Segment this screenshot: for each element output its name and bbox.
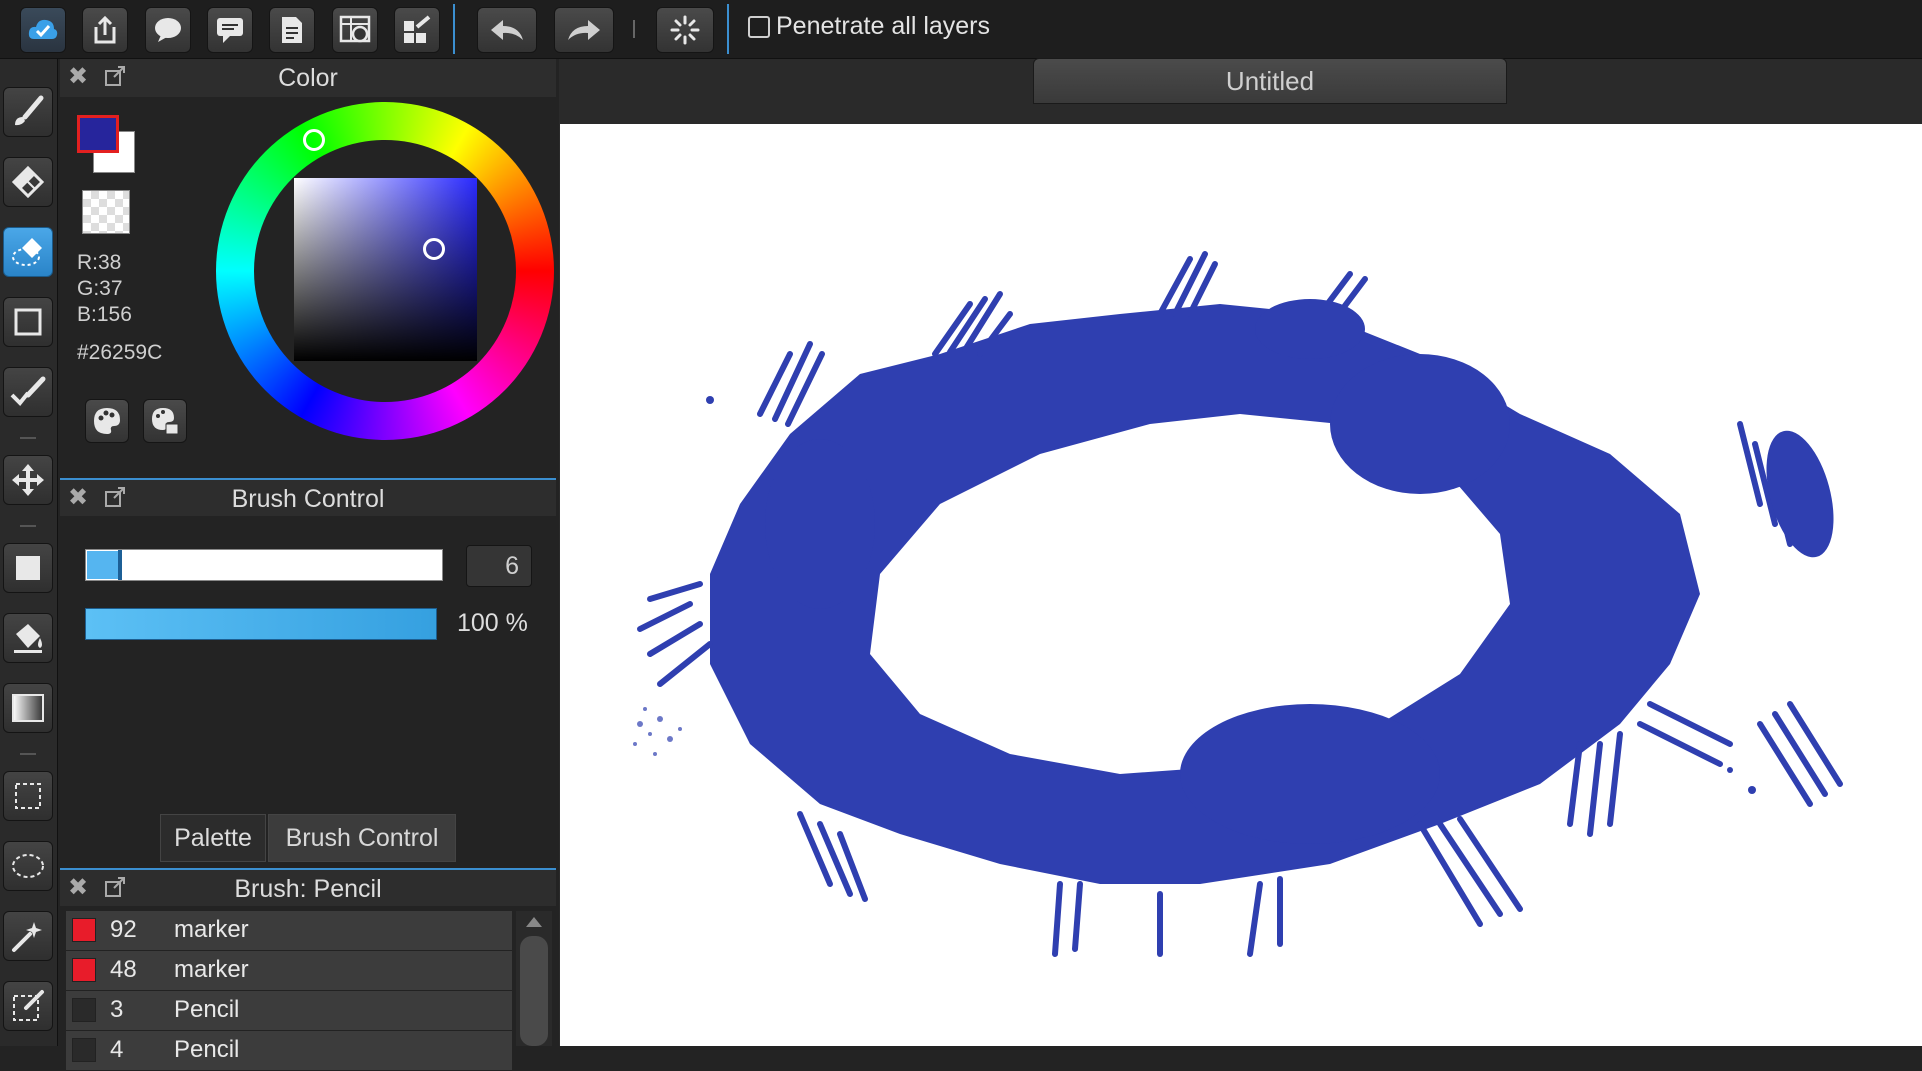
grid-clock-icon[interactable] <box>332 7 378 53</box>
brush-icon[interactable] <box>3 87 53 137</box>
gradient-icon[interactable] <box>3 683 53 733</box>
transform-icon[interactable] <box>3 981 53 1031</box>
blue-brush-strokes <box>633 251 1843 957</box>
brush-name: marker <box>174 916 249 943</box>
tab-palette[interactable]: Palette <box>160 814 266 862</box>
brush-panel-title: Brush: Pencil <box>234 875 382 903</box>
brush-size-input[interactable]: 6 <box>466 545 532 587</box>
brush-opacity-value: 100 % <box>457 609 528 637</box>
color-hex-value: #26259C <box>77 341 163 364</box>
brush-color-chip <box>72 918 96 942</box>
toolbar-divider <box>453 4 455 54</box>
palette-icon[interactable] <box>85 399 129 443</box>
magic-wand-icon[interactable] <box>3 911 53 961</box>
fill-square-icon[interactable] <box>3 543 53 593</box>
palette-settings-icon[interactable] <box>143 399 187 443</box>
redo-icon[interactable] <box>554 7 614 53</box>
sv-picker-handle[interactable] <box>423 238 445 260</box>
tab-brush-control[interactable]: Brush Control <box>268 814 456 862</box>
brush-list-scroll-thumb[interactable] <box>520 936 548 1046</box>
brush-color-chip <box>72 1038 96 1062</box>
toolbar-dot-divider <box>633 20 635 38</box>
brush-control-header: ✖ Brush Control <box>60 478 556 516</box>
rectangle-icon[interactable] <box>3 297 53 347</box>
saturation-value-square[interactable] <box>294 178 477 361</box>
brush-size-fill <box>87 551 119 579</box>
checklist-icon[interactable] <box>394 7 440 53</box>
brush-color-chip <box>72 958 96 982</box>
penetrate-layers-label[interactable]: Penetrate all layers <box>776 12 990 41</box>
transparent-color-swatch[interactable] <box>82 190 130 234</box>
color-b-value: B:156 <box>77 303 132 326</box>
brush-control-panel: ✖ Brush Control <box>60 478 556 868</box>
foreground-color-swatch[interactable] <box>77 115 119 153</box>
spinner-icon[interactable] <box>656 7 714 53</box>
select-rect-icon[interactable] <box>3 771 53 821</box>
top-toolbar: Penetrate all layers <box>0 0 1922 59</box>
brush-name: marker <box>174 956 249 983</box>
color-panel-header: ✖ Color <box>60 59 556 97</box>
brush-color-chip <box>72 998 96 1022</box>
toolbar-divider-2 <box>727 4 729 54</box>
list-item[interactable]: 92 marker <box>66 911 512 951</box>
brush-size: 92 <box>110 916 137 943</box>
color-panel-title: Color <box>278 64 338 92</box>
comment-icon[interactable] <box>207 7 253 53</box>
brush-size: 3 <box>110 996 124 1023</box>
brush-size-slider[interactable] <box>85 549 443 581</box>
chat-icon[interactable] <box>145 7 191 53</box>
brush-size-handle[interactable] <box>118 550 122 580</box>
share-icon[interactable] <box>82 7 128 53</box>
magic-eraser-icon[interactable] <box>3 227 53 277</box>
brush-size: 48 <box>110 956 137 983</box>
eraser-icon[interactable] <box>3 157 53 207</box>
bucket-icon[interactable] <box>3 613 53 663</box>
brush-opacity-slider[interactable] <box>85 608 437 640</box>
list-item[interactable]: 4 Pencil <box>66 1031 512 1071</box>
color-g-value: G:37 <box>77 277 123 300</box>
brush-name: Pencil <box>174 1036 240 1063</box>
pen-stroke-icon[interactable] <box>3 367 53 417</box>
hue-picker-handle[interactable] <box>303 129 325 151</box>
brush-size: 4 <box>110 1036 124 1063</box>
undo-icon[interactable] <box>477 7 537 53</box>
color-r-value: R:38 <box>77 251 122 274</box>
drawing-canvas[interactable] <box>560 124 1922 1046</box>
list-item[interactable]: 3 Pencil <box>66 991 512 1031</box>
lasso-icon[interactable] <box>3 841 53 891</box>
brush-name: Pencil <box>174 996 240 1023</box>
brush-control-title: Brush Control <box>231 485 385 513</box>
cloud-icon[interactable] <box>20 7 66 53</box>
move-icon[interactable] <box>3 455 53 505</box>
tool-strip <box>0 59 58 1046</box>
penetrate-layers-checkbox[interactable] <box>748 16 770 38</box>
brush-panel-header: ✖ Brush: Pencil <box>60 868 556 906</box>
list-item[interactable]: 48 marker <box>66 951 512 991</box>
tab-untitled[interactable]: Untitled <box>1033 58 1507 104</box>
document-icon[interactable] <box>269 7 315 53</box>
brush-list: 92 marker 48 marker 3 Pencil 4 Pencil <box>66 911 512 1071</box>
